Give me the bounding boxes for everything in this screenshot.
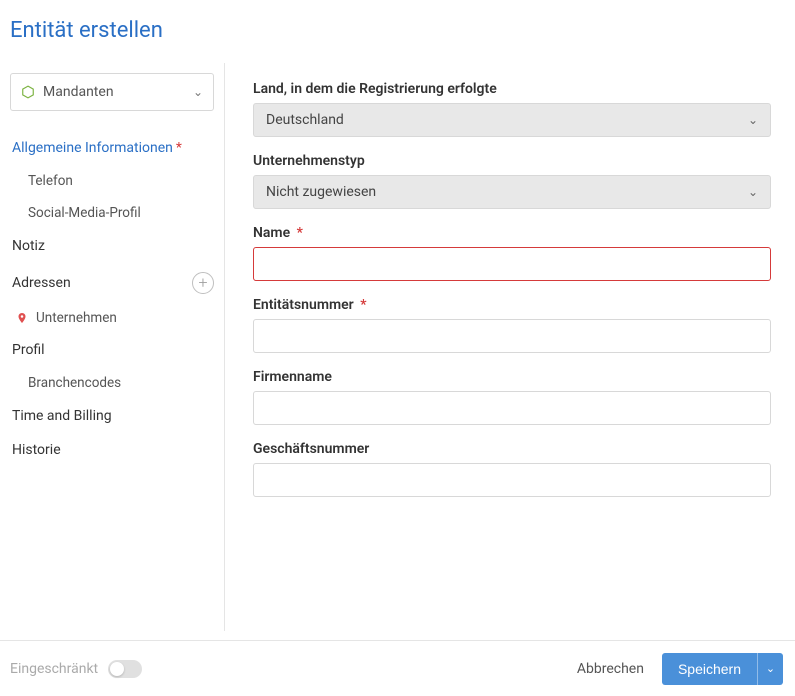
mandanten-select[interactable]: Mandanten ⌄	[10, 73, 214, 111]
nav-item-notiz[interactable]: Notiz	[10, 229, 214, 263]
label-business-number: Geschäftsnummer	[253, 441, 771, 457]
input-business-number[interactable]	[253, 463, 771, 497]
chevron-down-icon: ⌄	[748, 113, 758, 127]
nav-item-adressen[interactable]: Adressen	[12, 275, 71, 291]
nav-sub-branchen[interactable]: Branchencodes	[10, 367, 214, 399]
pin-icon	[16, 310, 28, 326]
save-button[interactable]: Speichern	[662, 653, 757, 685]
label-country: Land, in dem die Registrierung erfolgte	[253, 81, 771, 97]
mandanten-label: Mandanten	[43, 84, 193, 100]
required-star: *	[176, 140, 182, 156]
add-address-button[interactable]: +	[192, 272, 214, 294]
hexagon-icon	[21, 85, 35, 99]
chevron-down-icon: ⌄	[766, 662, 775, 675]
select-company-type-value: Nicht zugewiesen	[266, 184, 748, 200]
nav-sub-label: Unternehmen	[36, 310, 117, 326]
sidebar: Mandanten ⌄ Allgemeine Informationen* Te…	[0, 63, 225, 631]
label-company-type: Unternehmenstyp	[253, 153, 771, 169]
select-country[interactable]: Deutschland ⌄	[253, 103, 771, 137]
nav-label: Allgemeine Informationen	[12, 140, 173, 156]
select-company-type[interactable]: Nicht zugewiesen ⌄	[253, 175, 771, 209]
label-entity-number: Entitätsnummer *	[253, 297, 771, 313]
nav-item-time-billing[interactable]: Time and Billing	[10, 399, 214, 433]
select-country-value: Deutschland	[266, 112, 748, 128]
nav-sub-telefon[interactable]: Telefon	[10, 165, 214, 197]
cancel-button[interactable]: Abbrechen	[577, 661, 644, 677]
label-name: Name *	[253, 225, 771, 241]
page-title: Entität erstellen	[0, 0, 795, 63]
required-star: *	[297, 225, 303, 241]
toggle-knob	[110, 662, 124, 676]
nav-sub-unternehmen[interactable]: Unternehmen	[10, 303, 214, 333]
input-firm-name[interactable]	[253, 391, 771, 425]
input-name[interactable]	[253, 247, 771, 281]
input-entity-number[interactable]	[253, 319, 771, 353]
nav-sub-social[interactable]: Social-Media-Profil	[10, 197, 214, 229]
chevron-down-icon: ⌄	[193, 85, 203, 99]
nav-item-profil[interactable]: Profil	[10, 333, 214, 367]
nav-item-historie[interactable]: Historie	[10, 433, 214, 467]
save-dropdown-button[interactable]: ⌄	[757, 653, 783, 685]
nav-item-general[interactable]: Allgemeine Informationen*	[10, 131, 214, 165]
label-firm-name: Firmenname	[253, 369, 771, 385]
restricted-label: Eingeschränkt	[10, 661, 98, 677]
main-form: Land, in dem die Registrierung erfolgte …	[225, 63, 795, 631]
required-star: *	[360, 297, 366, 313]
chevron-down-icon: ⌄	[748, 185, 758, 199]
footer: Eingeschränkt Abbrechen Speichern ⌄	[0, 640, 795, 696]
restricted-toggle[interactable]	[108, 660, 142, 678]
